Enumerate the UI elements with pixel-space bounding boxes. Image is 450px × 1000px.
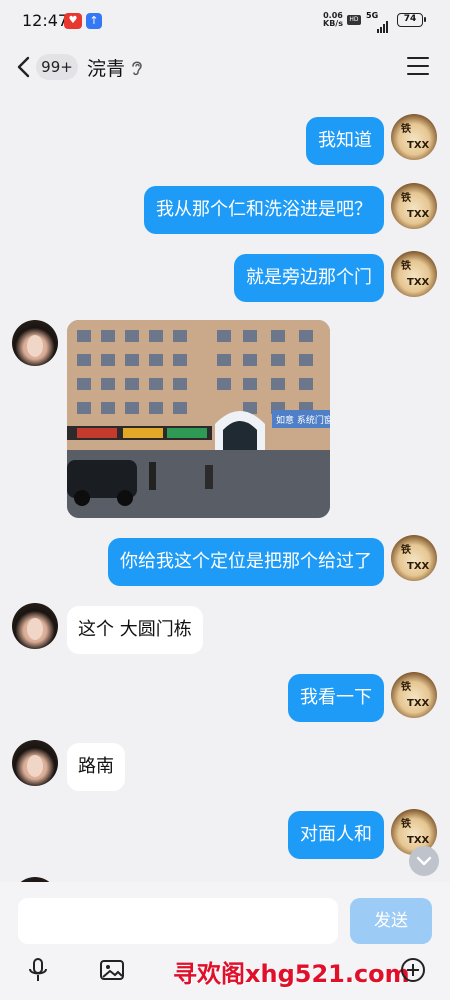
avatar-text-bottom: TXX xyxy=(407,561,430,572)
status-time: 12:47 xyxy=(22,11,69,30)
chat-header: 99+ 浣青 xyxy=(0,40,450,94)
avatar[interactable]: 铁 TXX xyxy=(391,672,437,718)
microphone-icon[interactable] xyxy=(24,956,52,984)
building-photo: 如意 系统门窗 xyxy=(67,320,330,518)
shop-sign: 如意 系统门窗 xyxy=(276,414,330,426)
network-speed: 0.06 KB/s xyxy=(323,12,343,28)
message-bubble[interactable]: 对面人和 xyxy=(288,811,384,859)
message-bubble[interactable]: 你给我这个定位是把那个给过了 xyxy=(108,538,384,586)
unread-count-badge[interactable]: 99+ xyxy=(36,54,78,80)
battery-icon: 74 xyxy=(397,13,426,27)
message-input[interactable] xyxy=(18,898,338,944)
watermark: 寻欢阁xhg521.com xyxy=(173,960,410,988)
avatar-text-bottom: TXX xyxy=(407,209,430,220)
avatar[interactable] xyxy=(12,603,58,649)
send-button[interactable]: 发送 xyxy=(350,898,432,944)
signal-icon xyxy=(377,14,389,33)
avatar-text-bottom: TXX xyxy=(407,140,430,151)
avatar-text-top: 铁 xyxy=(401,124,411,135)
avatar[interactable] xyxy=(12,740,58,786)
scroll-to-bottom-button[interactable] xyxy=(409,846,439,876)
chevron-down-icon xyxy=(416,856,432,866)
avatar[interactable]: 铁 TXX xyxy=(391,535,437,581)
notification-app-icon: ♥ xyxy=(64,13,82,29)
avatar-text-top: 铁 xyxy=(401,819,411,830)
avatar-text-top: 铁 xyxy=(401,261,411,272)
contact-name[interactable]: 浣青 xyxy=(87,54,125,81)
message-bubble[interactable]: 这个 大圆门栋 xyxy=(67,606,203,654)
back-icon[interactable] xyxy=(14,55,36,79)
avatar[interactable]: 铁 TXX xyxy=(391,251,437,297)
composer: 发送 寻欢阁xhg521.com xyxy=(0,882,450,1000)
avatar[interactable]: 铁 TXX xyxy=(391,114,437,160)
avatar-text-bottom: TXX xyxy=(407,277,430,288)
add-icon[interactable] xyxy=(399,956,427,984)
ear-icon xyxy=(132,61,142,76)
message-bubble[interactable]: 就是旁边那个门 xyxy=(234,254,384,302)
image-icon[interactable] xyxy=(98,956,126,984)
avatar-text-top: 铁 xyxy=(401,193,411,204)
network-speed-unit: KB/s xyxy=(323,19,343,28)
image-message[interactable]: 如意 系统门窗 xyxy=(67,320,330,518)
avatar[interactable]: 铁 TXX xyxy=(391,183,437,229)
avatar[interactable] xyxy=(12,320,58,366)
hd-voice-icon: HD xyxy=(347,15,361,25)
avatar-text-bottom: TXX xyxy=(407,835,430,846)
menu-icon[interactable] xyxy=(407,57,429,75)
message-bubble[interactable]: 我看一下 xyxy=(288,674,384,722)
upload-notification-icon: ↑ xyxy=(86,13,102,29)
avatar-text-top: 铁 xyxy=(401,682,411,693)
message-bubble[interactable]: 路南 xyxy=(67,743,125,791)
avatar-text-top: 铁 xyxy=(401,545,411,556)
avatar-text-bottom: TXX xyxy=(407,698,430,709)
status-bar: 12:47 ♥ ↑ 0.06 KB/s HD 5G 74 xyxy=(0,0,450,40)
message-bubble[interactable]: 我从那个仁和洗浴进是吧？ xyxy=(144,186,384,234)
message-bubble[interactable]: 我知道 xyxy=(306,117,384,165)
